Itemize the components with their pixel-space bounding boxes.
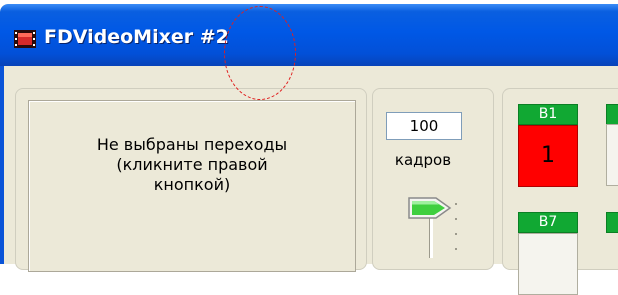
- transitions-panel[interactable]: Не выбраны переходы (кликните правой кно…: [28, 100, 356, 272]
- button-b2-header[interactable]: [606, 104, 618, 125]
- frames-count-input[interactable]: 100: [386, 112, 462, 140]
- slider-arrow-icon[interactable]: [408, 196, 452, 220]
- frames-slider-track[interactable]: [429, 218, 433, 258]
- button-b7-label: B7: [518, 212, 578, 233]
- button-b1[interactable]: B1 1: [518, 104, 578, 187]
- title-bar[interactable]: FDVideoMixer #2: [0, 4, 618, 66]
- slider-tick: [455, 248, 457, 250]
- slider-tick: [455, 218, 457, 220]
- slider-tick: [455, 233, 457, 235]
- film-strip-icon: [14, 30, 36, 48]
- button-b8-header[interactable]: [606, 212, 618, 233]
- slider-tick: [455, 203, 457, 205]
- window-frame-left: [0, 66, 4, 264]
- button-b7[interactable]: B7: [518, 212, 578, 295]
- button-b2-body[interactable]: [606, 124, 618, 186]
- button-b7-value: [518, 233, 578, 295]
- frames-unit-label: кадров: [394, 151, 452, 169]
- window-title: FDVideoMixer #2: [44, 26, 229, 48]
- annotation-circle: [224, 6, 296, 100]
- button-b1-label: B1: [518, 104, 578, 125]
- no-transitions-message: Не выбраны переходы (кликните правой кно…: [96, 135, 288, 194]
- button-b1-value: 1: [518, 125, 578, 187]
